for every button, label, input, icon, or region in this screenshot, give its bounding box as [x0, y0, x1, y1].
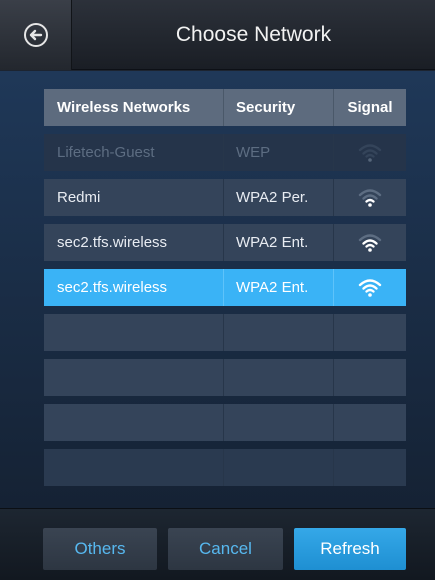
- wifi-signal-icon: [358, 278, 382, 297]
- footer-bar: Others Cancel Refresh: [0, 508, 435, 580]
- empty-row: [44, 449, 406, 486]
- signal-cell: [334, 224, 406, 261]
- network-row[interactable]: Redmi WPA2 Per.: [44, 179, 406, 216]
- network-table: Wireless Networks Security Signal Lifete…: [44, 89, 406, 494]
- wifi-signal-icon: [358, 233, 382, 252]
- empty-row: [44, 314, 406, 351]
- table-header: Wireless Networks Security Signal: [44, 89, 406, 126]
- network-name: sec2.tfs.wireless: [44, 269, 224, 306]
- others-button[interactable]: Others: [43, 528, 157, 570]
- network-row[interactable]: sec2.tfs.wireless WPA2 Ent.: [44, 224, 406, 261]
- column-header-signal: Signal: [347, 99, 393, 116]
- empty-row: [44, 359, 406, 396]
- refresh-button[interactable]: Refresh: [294, 528, 406, 570]
- network-row[interactable]: sec2.tfs.wireless WPA2 Ent.: [44, 269, 406, 306]
- cancel-button[interactable]: Cancel: [168, 528, 283, 570]
- network-name: Lifetech-Guest: [44, 134, 224, 171]
- network-name: sec2.tfs.wireless: [44, 224, 224, 261]
- page-title: Choose Network: [175, 23, 332, 46]
- back-button[interactable]: [0, 0, 72, 70]
- column-header-wireless-networks: Wireless Networks: [44, 89, 224, 126]
- back-arrow-circle-icon: [23, 23, 48, 47]
- signal-cell: [334, 134, 406, 171]
- network-row[interactable]: Lifetech-Guest WEP: [44, 134, 406, 171]
- empty-row: [44, 404, 406, 441]
- signal-cell: [334, 179, 406, 216]
- network-name: Redmi: [44, 179, 224, 216]
- network-security: WEP: [224, 134, 334, 171]
- column-header-security: Security: [224, 89, 334, 126]
- network-security: WPA2 Ent.: [224, 269, 334, 306]
- wifi-signal-icon: [358, 143, 382, 162]
- network-list-area: Wireless Networks Security Signal Lifete…: [0, 71, 435, 508]
- wifi-signal-icon: [358, 188, 382, 207]
- network-security: WPA2 Ent.: [224, 224, 334, 261]
- header-bar: Choose Network: [0, 0, 435, 70]
- network-security: WPA2 Per.: [224, 179, 334, 216]
- signal-cell: [334, 269, 406, 306]
